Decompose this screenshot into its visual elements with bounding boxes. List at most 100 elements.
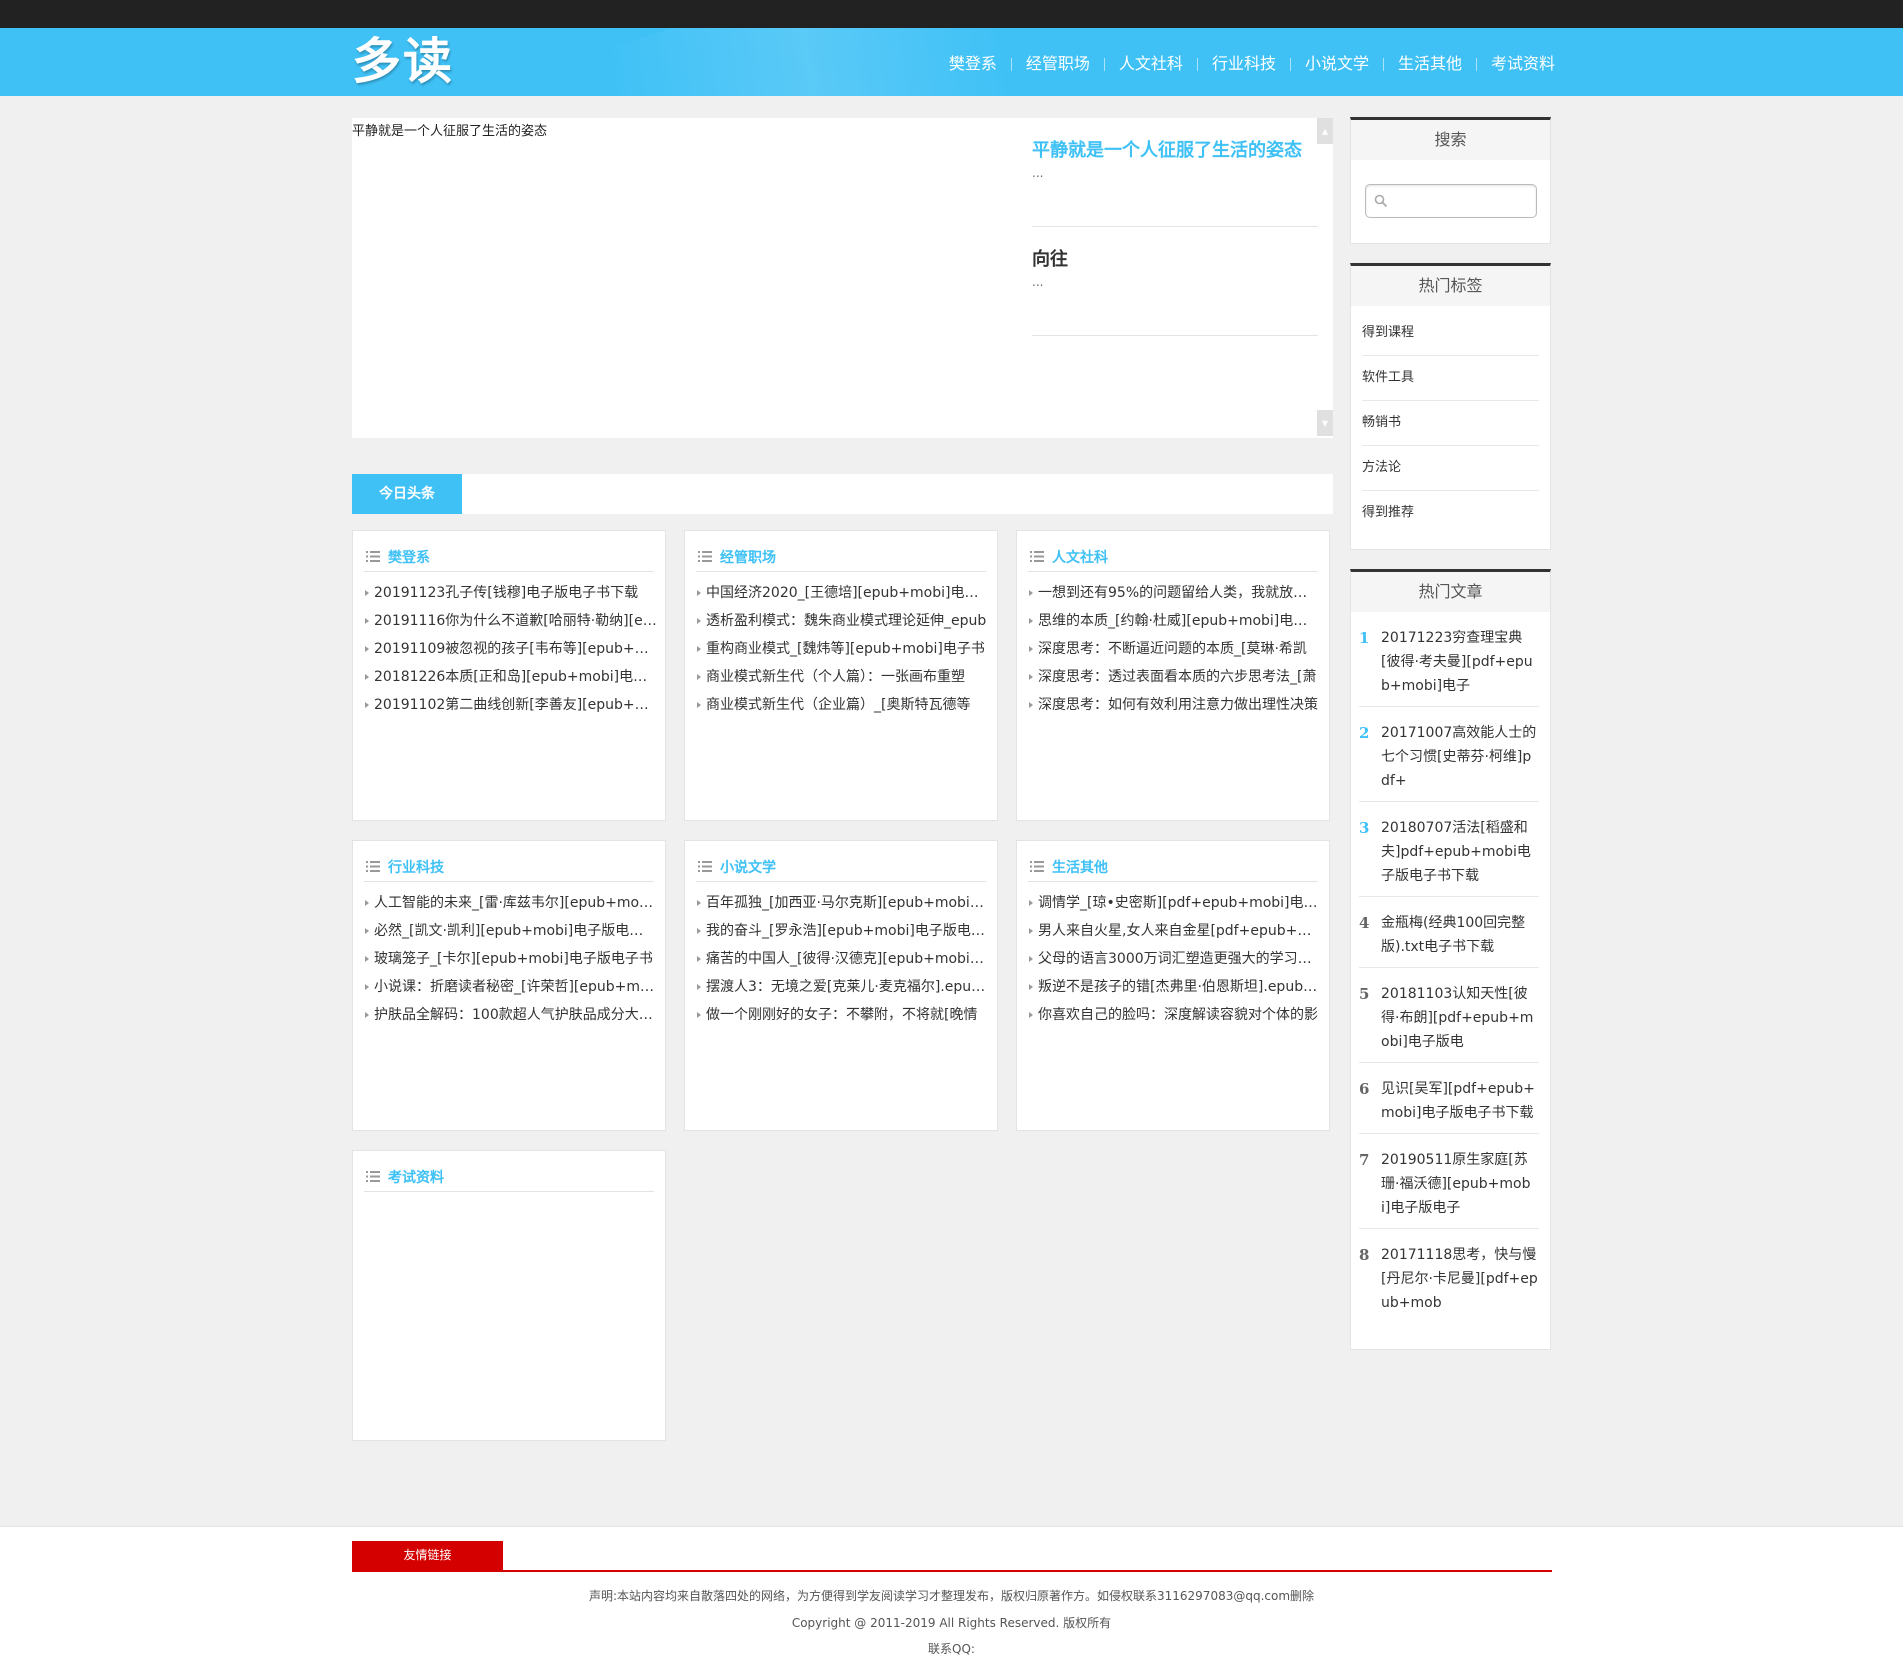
tag-item[interactable]: 畅销书: [1362, 401, 1539, 446]
footer-contact: 联系QQ:: [928, 1642, 975, 1656]
slide-title[interactable]: 平静就是一个人征服了生活的姿态: [1032, 136, 1302, 162]
hot-article-item[interactable]: 2 20171007高效能人士的七个习惯[史蒂芬·柯维]pdf+: [1359, 707, 1539, 802]
slide-title[interactable]: 向往: [1032, 245, 1068, 271]
slider-next-button[interactable]: ▾: [1317, 410, 1333, 436]
site-logo[interactable]: 多读: [352, 32, 454, 92]
category-box-life: 生活其他调情学_[琼•史密斯][pdf+epub+mobi]电子书 男人来自火星,…: [1016, 840, 1330, 1131]
nav-item-exam[interactable]: 考试资料: [1491, 54, 1555, 74]
search-field[interactable]: [1365, 184, 1537, 218]
hot-article-link[interactable]: 20171007高效能人士的七个习惯[史蒂芬·柯维]pdf+: [1381, 721, 1539, 793]
hot-article-list: 1 20171223穷查理宝典[彼得·考夫曼][pdf+epub+mobi]电子 2…: [1351, 612, 1550, 1323]
article-link[interactable]: 20191123孔子传[钱穆]电子版电子书下载: [364, 583, 657, 611]
category-title[interactable]: 樊登系: [388, 547, 430, 567]
tag-item[interactable]: 得到推荐: [1362, 491, 1539, 535]
article-link[interactable]: 我的奋斗_[罗永浩][epub+mobi]电子版电子书: [696, 921, 989, 949]
category-article-list: 人工智能的未来_[雷·库兹韦尔][epub+mobi] 必然_[凯文·凯利][ep…: [364, 893, 657, 1033]
article-link[interactable]: 深度思考：透过表面看本质的六步思考法_[萧: [1028, 667, 1321, 695]
category-title[interactable]: 行业科技: [388, 857, 444, 877]
article-link[interactable]: 透析盈利模式：魏朱商业模式理论延伸_epub: [696, 611, 989, 639]
hot-article-item[interactable]: 4 金瓶梅(经典100回完整版).txt电子书下载: [1359, 897, 1539, 968]
category-header: 樊登系: [364, 541, 654, 572]
hot-article-link[interactable]: 20171223穷查理宝典[彼得·考夫曼][pdf+epub+mobi]电子: [1381, 626, 1539, 698]
article-link[interactable]: 20191102第二曲线创新[李善友][epub+mobi]: [364, 695, 657, 723]
tab-today-headlines[interactable]: 今日头条: [352, 474, 462, 514]
featured-slider: 平静就是一个人征服了生活的姿态 平静就是一个人征服了生活的姿态 ... 向往 .…: [352, 118, 1333, 438]
footer-copyright: Copyright @ 2011-2019 All Rights Reserve…: [791, 1616, 1112, 1630]
hot-tags-widget: 热门标签 得到课程 软件工具 畅销书 方法论 得到推荐: [1350, 263, 1551, 550]
nav-item-tech[interactable]: 行业科技: [1212, 54, 1276, 74]
category-title[interactable]: 生活其他: [1052, 857, 1108, 877]
nav-divider: [1475, 57, 1477, 71]
article-link[interactable]: 痛苦的中国人_[彼得·汉德克][epub+mobi]电子书: [696, 949, 989, 977]
category-title[interactable]: 人文社科: [1052, 547, 1108, 567]
site-footer: 友情链接 声明:本站内容均来自散落四处的网络，为方便得到学友阅读学习才整理发布，…: [0, 1526, 1903, 1667]
slider-prev-button[interactable]: ▴: [1317, 118, 1333, 144]
hot-article-link[interactable]: 20180707活法[稻盛和夫]pdf+epub+mobi电子版电子书下载: [1381, 816, 1539, 888]
hot-article-item[interactable]: 8 20171118思考，快与慢[丹尼尔·卡尼曼][pdf+epub+mob: [1359, 1229, 1539, 1323]
nav-item-life[interactable]: 生活其他: [1398, 54, 1462, 74]
article-link[interactable]: 一想到还有95%的问题留给人类，我就放心了: [1028, 583, 1321, 611]
article-link[interactable]: 20191109被忽视的孩子[韦布等][epub+mobi]电子版: [364, 639, 657, 667]
category-box-exam: 考试资料: [352, 1150, 666, 1441]
article-link[interactable]: 玻璃笼子_[卡尔][epub+mobi]电子版电子书: [364, 949, 657, 977]
article-link[interactable]: 调情学_[琼•史密斯][pdf+epub+mobi]电子书: [1028, 893, 1321, 921]
article-link[interactable]: 男人来自火星,女人来自金星[pdf+epub+mobi]: [1028, 921, 1321, 949]
article-link[interactable]: 20191116你为什么不道歉[哈丽特·勒纳][epub+mobi]: [364, 611, 657, 639]
friend-links-tab[interactable]: 友情链接: [352, 1541, 503, 1570]
hot-article-link[interactable]: 20171118思考，快与慢[丹尼尔·卡尼曼][pdf+epub+mob: [1381, 1243, 1539, 1315]
hot-article-item[interactable]: 6 见识[吴军][pdf+epub+mobi]电子版电子书下载: [1359, 1063, 1539, 1134]
tag-item[interactable]: 得到课程: [1362, 311, 1539, 356]
article-link[interactable]: 20181226本质[正和岛][epub+mobi]电子书: [364, 667, 657, 695]
category-header: 小说文学: [696, 851, 986, 882]
article-link[interactable]: 必然_[凯文·凯利][epub+mobi]电子版电子书: [364, 921, 657, 949]
article-link[interactable]: 思维的本质_[约翰·杜威][epub+mobi]电子书: [1028, 611, 1321, 639]
category-title[interactable]: 小说文学: [720, 857, 776, 877]
article-link[interactable]: 百年孤独_[加西亚·马尔克斯][epub+mobi]电子书: [696, 893, 989, 921]
article-link[interactable]: 深度思考：不断逼近问题的本质_[莫琳·希凯: [1028, 639, 1321, 667]
nav-divider: [1382, 57, 1384, 71]
category-box-humanities: 人文社科一想到还有95%的问题留给人类，我就放心了 思维的本质_[约翰·杜威][e…: [1016, 530, 1330, 821]
article-link[interactable]: 商业模式新生代（企业篇）_[奥斯特瓦德等: [696, 695, 989, 723]
category-title[interactable]: 考试资料: [388, 1167, 444, 1187]
nav-item-fiction[interactable]: 小说文学: [1305, 54, 1369, 74]
category-box-tech: 行业科技人工智能的未来_[雷·库兹韦尔][epub+mobi] 必然_[凯文·凯利…: [352, 840, 666, 1131]
hot-article-link[interactable]: 20181103认知天性[彼得·布朗][pdf+epub+mobi]电子版电: [1381, 982, 1539, 1054]
article-link[interactable]: 护肤品全解码：100款超人气护肤品成分大揭秘: [364, 1005, 657, 1033]
article-link[interactable]: 叛逆不是孩子的错[杰弗里·伯恩斯坦].epub+mobi: [1028, 977, 1321, 1005]
main-nav: 樊登系 经管职场 人文社科 行业科技 小说文学 生活其他 考试资料: [949, 54, 1555, 74]
hot-article-link[interactable]: 金瓶梅(经典100回完整版).txt电子书下载: [1381, 911, 1539, 959]
article-link[interactable]: 做一个刚刚好的女子：不攀附，不将就[晚情: [696, 1005, 989, 1033]
tag-item[interactable]: 软件工具: [1362, 356, 1539, 401]
tag-item[interactable]: 方法论: [1362, 446, 1539, 491]
hot-article-item[interactable]: 5 20181103认知天性[彼得·布朗][pdf+epub+mobi]电子版电: [1359, 968, 1539, 1063]
nav-item-business[interactable]: 经管职场: [1026, 54, 1090, 74]
category-header: 考试资料: [364, 1161, 654, 1192]
article-link[interactable]: 摆渡人3：无境之爱[克莱儿·麦克福尔].epub+: [696, 977, 989, 1005]
nav-divider: [1289, 57, 1291, 71]
hot-article-link[interactable]: 见识[吴军][pdf+epub+mobi]电子版电子书下载: [1381, 1077, 1539, 1125]
hot-article-link[interactable]: 20190511原生家庭[苏珊·福沃德][epub+mobi]电子版电子: [1381, 1148, 1539, 1220]
search-input[interactable]: [1392, 189, 1534, 215]
article-link[interactable]: 中国经济2020_[王德培][epub+mobi]电子书: [696, 583, 989, 611]
category-title[interactable]: 经管职场: [720, 547, 776, 567]
article-link[interactable]: 父母的语言3000万词汇塑造更强大的学习型大脑: [1028, 949, 1321, 977]
rank-number: 6: [1359, 1080, 1370, 1098]
slide-image-caption[interactable]: 平静就是一个人征服了生活的姿态: [352, 120, 547, 139]
friend-links-bar: 友情链接: [352, 1541, 1552, 1572]
article-link[interactable]: 小说课：折磨读者秘密_[许荣哲][epub+mobi]: [364, 977, 657, 1005]
hot-article-item[interactable]: 7 20190511原生家庭[苏珊·福沃德][epub+mobi]电子版电子: [1359, 1134, 1539, 1229]
article-link[interactable]: 重构商业模式_[魏炜等][epub+mobi]电子书: [696, 639, 989, 667]
category-box-fandeng: 樊登系 20191123孔子传[钱穆]电子版电子书下载 20191116你为什么不道…: [352, 530, 666, 821]
rank-number: 8: [1359, 1246, 1370, 1264]
article-link[interactable]: 深度思考：如何有效利用注意力做出理性决策: [1028, 695, 1321, 723]
nav-item-humanities[interactable]: 人文社科: [1119, 54, 1183, 74]
article-link[interactable]: 商业模式新生代（个人篇）：一张画布重塑: [696, 667, 989, 695]
slide-item[interactable]: 向往 ...: [1032, 227, 1318, 336]
nav-item-fandeng[interactable]: 樊登系: [949, 54, 997, 74]
article-link[interactable]: 人工智能的未来_[雷·库兹韦尔][epub+mobi]: [364, 893, 657, 921]
hot-article-item[interactable]: 1 20171223穷查理宝典[彼得·考夫曼][pdf+epub+mobi]电子: [1359, 612, 1539, 707]
slide-item[interactable]: 平静就是一个人征服了生活的姿态 ...: [1032, 118, 1318, 227]
article-link[interactable]: 你喜欢自己的脸吗：深度解读容貌对个体的影: [1028, 1005, 1321, 1033]
hot-article-item[interactable]: 3 20180707活法[稻盛和夫]pdf+epub+mobi电子版电子书下载: [1359, 802, 1539, 897]
hot-articles-widget: 热门文章 1 20171223穷查理宝典[彼得·考夫曼][pdf+epub+mob…: [1350, 569, 1551, 1350]
